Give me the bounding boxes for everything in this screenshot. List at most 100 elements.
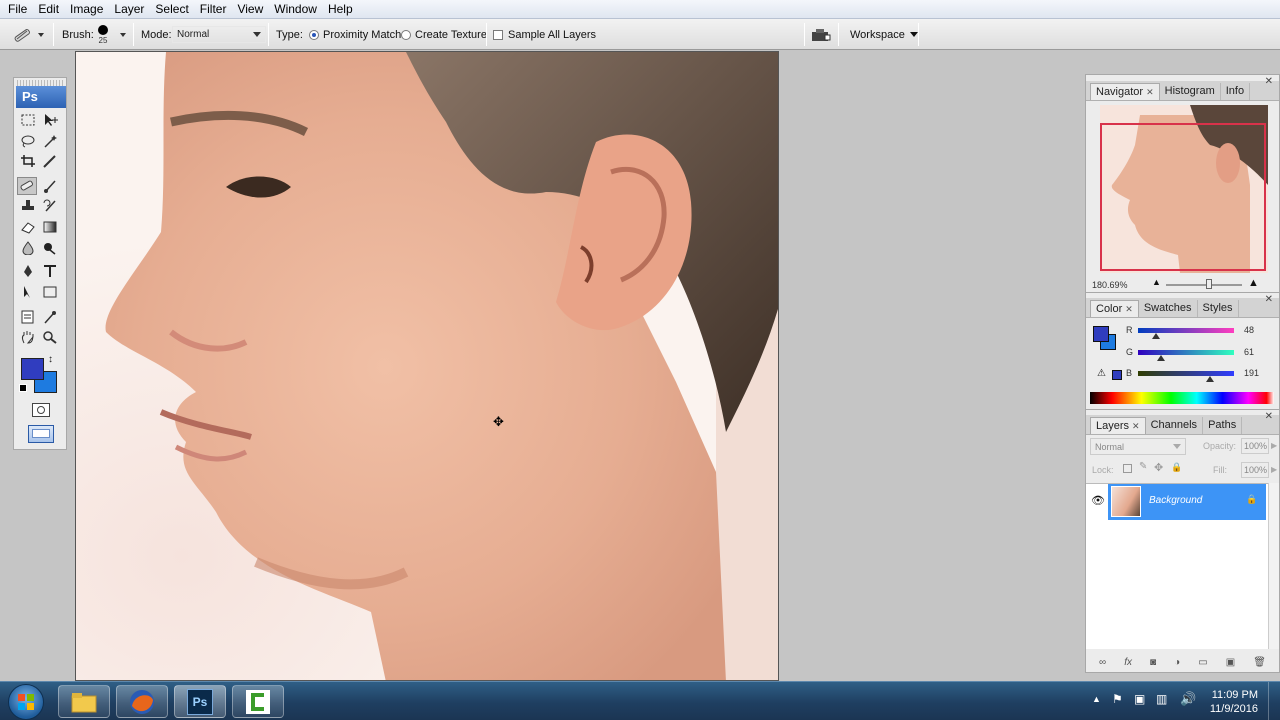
menu-help[interactable]: Help <box>324 0 360 19</box>
menu-view[interactable]: View <box>233 0 270 19</box>
zoom-out-icon[interactable]: ▲ <box>1152 277 1161 287</box>
eraser-tool-icon[interactable] <box>18 218 38 236</box>
tab-channels[interactable]: Channels <box>1146 417 1204 434</box>
hand-tool-icon[interactable] <box>18 328 38 346</box>
clone-stamp-tool-icon[interactable] <box>18 197 38 215</box>
layer-style-icon[interactable]: fx <box>1124 657 1132 668</box>
tool-preset-picker[interactable] <box>12 19 44 50</box>
action-center-icon[interactable]: ▣ <box>1134 692 1145 706</box>
lasso-tool-icon[interactable] <box>18 132 38 150</box>
navigator-zoom-value[interactable]: 180.69% <box>1092 280 1128 290</box>
tab-color[interactable]: Color ✕ <box>1090 300 1139 317</box>
tab-navigator[interactable]: Navigator ✕ <box>1090 83 1160 100</box>
fill-field[interactable]: 100% <box>1241 462 1269 478</box>
foreground-color-swatch[interactable] <box>21 358 44 380</box>
crop-tool-icon[interactable] <box>18 152 38 170</box>
layers-scrollbar[interactable] <box>1268 483 1279 649</box>
mode-select[interactable]: Normal <box>172 26 266 43</box>
tab-styles[interactable]: Styles <box>1198 300 1239 317</box>
magic-wand-tool-icon[interactable] <box>40 132 60 150</box>
fg-color-chip[interactable] <box>1093 326 1109 342</box>
panel-close-icon[interactable]: ✕ <box>1265 411 1273 422</box>
menu-file[interactable]: File <box>4 0 34 19</box>
dodge-tool-icon[interactable] <box>40 239 60 257</box>
proximity-match-radio[interactable]: Proximity Match <box>309 19 401 50</box>
notes-tool-icon[interactable] <box>18 308 38 326</box>
g-value[interactable]: 61 <box>1244 347 1254 357</box>
menu-filter[interactable]: Filter <box>196 0 234 19</box>
g-slider[interactable] <box>1138 350 1234 355</box>
network-icon[interactable]: ▥ <box>1156 692 1167 706</box>
rectangle-tool-icon[interactable] <box>40 283 60 301</box>
history-brush-tool-icon[interactable] <box>40 197 60 215</box>
panel-close-icon[interactable]: ✕ <box>1265 76 1273 87</box>
g-slider-thumb[interactable] <box>1156 355 1165 361</box>
close-icon[interactable]: ✕ <box>1125 304 1133 314</box>
b-slider-thumb[interactable] <box>1205 376 1214 382</box>
eye-icon[interactable]: 👁 <box>1091 494 1105 507</box>
tab-paths[interactable]: Paths <box>1203 417 1243 434</box>
brush-chevron-icon[interactable] <box>120 32 126 37</box>
out-of-gamut-warning-icon[interactable]: ⚠ <box>1097 368 1106 379</box>
flag-icon[interactable]: ⚑ <box>1112 692 1123 706</box>
r-value[interactable]: 48 <box>1244 325 1254 335</box>
menu-window[interactable]: Window <box>270 0 324 19</box>
trash-icon[interactable]: 🗑 <box>1253 657 1266 668</box>
start-button[interactable] <box>8 684 44 720</box>
new-layer-icon[interactable]: ▣ <box>1226 657 1235 668</box>
marquee-tool-icon[interactable] <box>18 111 38 129</box>
zoom-slider[interactable] <box>1166 284 1242 286</box>
create-texture-radio[interactable]: Create Texture <box>401 19 487 50</box>
layer-row[interactable]: 👁 Background 🔒 <box>1086 484 1268 520</box>
taskbar-photoshop[interactable]: Ps <box>174 685 226 718</box>
pen-tool-icon[interactable] <box>18 262 38 280</box>
link-layers-icon[interactable]: ∞ <box>1099 657 1106 668</box>
b-slider[interactable] <box>1138 371 1234 376</box>
brush-picker[interactable]: 25 <box>98 19 108 50</box>
add-mask-icon[interactable]: ◙ <box>1150 657 1156 668</box>
menu-select[interactable]: Select <box>151 0 195 19</box>
ps-logo[interactable]: Ps <box>16 86 66 108</box>
move-tool-icon[interactable] <box>40 111 60 129</box>
path-selection-tool-icon[interactable] <box>18 283 38 301</box>
zoom-in-icon[interactable]: ▲ <box>1248 277 1259 289</box>
r-slider-thumb[interactable] <box>1152 333 1161 339</box>
color-spectrum-bar[interactable] <box>1090 392 1274 404</box>
tab-swatches[interactable]: Swatches <box>1139 300 1198 317</box>
system-clock[interactable]: 11:09 PM 11/9/2016 <box>1210 688 1258 716</box>
blur-tool-icon[interactable] <box>18 239 38 257</box>
tray-up-arrow-icon[interactable]: ▲ <box>1092 694 1101 704</box>
menu-image[interactable]: Image <box>66 0 110 19</box>
panel-close-icon[interactable]: ✕ <box>1265 294 1273 305</box>
zoom-slider-thumb[interactable] <box>1206 279 1212 289</box>
quick-mask-icon[interactable] <box>32 403 50 417</box>
sample-all-layers-checkbox[interactable]: Sample All Layers <box>493 19 596 50</box>
screen-mode-icon[interactable] <box>28 425 54 443</box>
blend-mode-select[interactable]: Normal <box>1090 438 1186 455</box>
layer-name[interactable]: Background <box>1149 495 1202 506</box>
slice-tool-icon[interactable] <box>40 152 60 170</box>
healing-brush-tool-icon[interactable] <box>17 177 37 195</box>
taskbar-camtasia[interactable] <box>232 685 284 718</box>
opacity-field[interactable]: 100% <box>1241 438 1269 454</box>
taskbar-explorer[interactable] <box>58 685 110 718</box>
tab-histogram[interactable]: Histogram <box>1160 83 1221 100</box>
file-browser-button[interactable] <box>810 19 832 50</box>
fill-arrow-icon[interactable]: ▶ <box>1271 465 1277 474</box>
menu-edit[interactable]: Edit <box>34 0 66 19</box>
lock-all-icon[interactable]: 🔒 <box>1171 462 1182 473</box>
taskbar-firefox[interactable] <box>116 685 168 718</box>
default-colors-icon[interactable] <box>19 384 27 392</box>
lock-paint-icon[interactable]: ✎ <box>1139 461 1147 472</box>
brush-tool-icon[interactable] <box>40 177 60 195</box>
eyedropper-tool-icon[interactable] <box>40 308 60 326</box>
tab-info[interactable]: Info <box>1221 83 1251 100</box>
show-desktop-button[interactable] <box>1268 682 1280 720</box>
close-icon[interactable]: ✕ <box>1146 87 1154 97</box>
image-canvas[interactable]: ✥ <box>75 51 779 681</box>
new-group-icon[interactable]: ▭ <box>1198 657 1207 668</box>
close-icon[interactable]: ✕ <box>1132 421 1140 431</box>
tab-layers[interactable]: Layers ✕ <box>1090 417 1146 434</box>
navigator-view-box[interactable] <box>1100 123 1266 271</box>
lock-transparent-icon[interactable] <box>1123 464 1132 473</box>
